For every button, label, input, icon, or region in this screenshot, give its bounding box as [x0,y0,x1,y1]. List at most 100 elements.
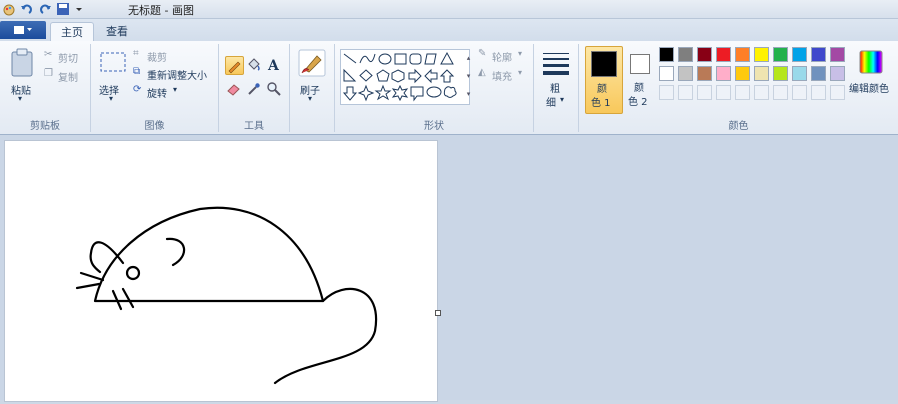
select-button[interactable]: 选择 ▾ [97,46,129,106]
color-swatch[interactable] [773,47,788,62]
canvas-resize-handle[interactable] [435,310,441,316]
color-swatch[interactable] [659,66,674,81]
eraser-tool[interactable] [225,80,242,97]
text-icon: A [267,58,280,74]
clipboard-icon [11,48,33,77]
color-swatch[interactable] [811,47,826,62]
shapes-icons [342,51,457,102]
fill-button[interactable]: ◭ 填充 ▾ [478,67,530,83]
paste-button[interactable]: 粘贴 ▾ [6,46,38,106]
color-swatch[interactable] [792,47,807,62]
chevron-down-icon: ▾ [109,94,114,103]
color-swatch[interactable] [735,66,750,81]
copy-label: 复制 [58,73,78,84]
color2-button[interactable]: 颜 色 2 [625,46,657,112]
color1-label-1: 颜 [597,84,607,95]
tab-view[interactable]: 查看 [96,22,138,41]
custom-color-slot[interactable] [659,85,674,100]
color2-swatch [630,54,650,74]
eraser-icon [227,84,240,96]
fill-tool[interactable] [245,56,262,73]
crop-button[interactable]: ⌗ 裁剪 [133,48,193,64]
save-icon[interactable] [56,2,70,16]
size-button[interactable]: 粗 细 ▾ [538,46,574,112]
cut-button[interactable]: ✂ 剪切 [44,49,86,65]
fill-icon: ◭ [478,67,486,78]
rotate-label: 旋转 [147,89,167,100]
window-title: 无标题 - 画图 [128,4,194,17]
ribbon-tabs: 主页 查看 [0,19,898,42]
colors-group: 颜 色 1 颜 色 2 编辑颜色 颜色 [579,44,898,132]
shapes-scroll[interactable]: ▴ ▾ ▾ [463,49,474,103]
color2-label-2: 色 2 [628,97,648,108]
resize-label: 重新调整大小 [147,71,207,82]
canvas-area [0,135,898,402]
color-swatch[interactable] [735,47,750,62]
undo-icon[interactable] [20,2,34,16]
shapes-group: ▴ ▾ ▾ ✎ 轮廓 ▾ ◭ 填充 ▾ 形状 [335,44,534,132]
clipboard-group: 粘贴 ▾ ✂ 剪切 ❐ 复制 剪贴板 [0,44,91,132]
paint-bucket-icon [248,58,260,71]
outline-button[interactable]: ✎ 轮廓 ▾ [478,48,530,64]
edit-colors-button[interactable]: 编辑颜色 [849,46,895,108]
outline-label: 轮廓 [492,53,512,64]
magnifier-tool[interactable] [265,80,282,97]
color-swatch[interactable] [697,66,712,81]
custom-color-slot[interactable] [678,85,693,100]
color-swatch[interactable] [678,47,693,62]
drawing-canvas[interactable] [4,140,438,402]
pencil-tool[interactable] [225,56,244,75]
color-swatch[interactable] [716,66,731,81]
custom-color-slot[interactable] [697,85,712,100]
shapes-gallery[interactable] [340,49,470,105]
color-swatch[interactable] [830,66,845,81]
size-label-1: 粗 [550,84,560,95]
color1-swatch [591,51,617,77]
paint-app-icon[interactable] [2,2,16,16]
customize-qat-icon[interactable] [74,2,88,16]
custom-color-slot[interactable] [792,85,807,100]
mouse-eyebrow [165,237,185,267]
resize-icon: ⧉ [133,66,141,77]
color-swatch[interactable] [830,47,845,62]
color-swatch[interactable] [773,66,788,81]
paint-menu-button[interactable] [0,21,46,39]
copy-icon: ❐ [44,68,53,79]
mouse-ear [89,241,125,274]
color-spectrum-icon [859,50,883,74]
scissors-icon: ✂ [44,49,53,60]
copy-button[interactable]: ❐ 复制 [44,68,86,84]
color-swatch[interactable] [659,47,674,62]
ribbon: 粘贴 ▾ ✂ 剪切 ❐ 复制 剪贴板 选择 ▾ ⌗ 裁剪 ⧉ 重新调整大小 ⟳ … [0,41,898,135]
custom-color-slot[interactable] [830,85,845,100]
text-tool[interactable]: A [265,56,282,74]
mouse-eye [125,265,141,281]
redo-icon[interactable] [38,2,52,16]
custom-color-slot[interactable] [811,85,826,100]
custom-color-slot[interactable] [735,85,750,100]
resize-button[interactable]: ⧉ 重新调整大小 [133,66,217,82]
chevron-down-icon: ▾ [518,49,523,58]
custom-color-slot[interactable] [716,85,731,100]
color-picker-tool[interactable] [245,80,262,97]
color-swatch[interactable] [697,47,712,62]
fill-label: 填充 [492,72,512,83]
colors-group-label: 颜色 [728,121,749,132]
color-swatch[interactable] [754,66,769,81]
custom-color-slot[interactable] [754,85,769,100]
color-swatch[interactable] [792,66,807,81]
color-swatch[interactable] [754,47,769,62]
brushes-button[interactable]: 刷子 ▾ [294,46,330,110]
mouse-tail [273,287,378,385]
color1-label-2: 色 1 [591,98,611,109]
tab-home[interactable]: 主页 [50,22,94,42]
magnifier-icon [267,82,281,96]
tools-group: A 工具 [219,44,290,132]
rotate-button[interactable]: ⟳ 旋转 ▾ [133,84,193,100]
color-swatch[interactable] [716,47,731,62]
color-swatch[interactable] [811,66,826,81]
whisker [121,287,135,309]
custom-color-slot[interactable] [773,85,788,100]
color-swatch[interactable] [678,66,693,81]
color1-button[interactable]: 颜 色 1 [585,46,623,114]
